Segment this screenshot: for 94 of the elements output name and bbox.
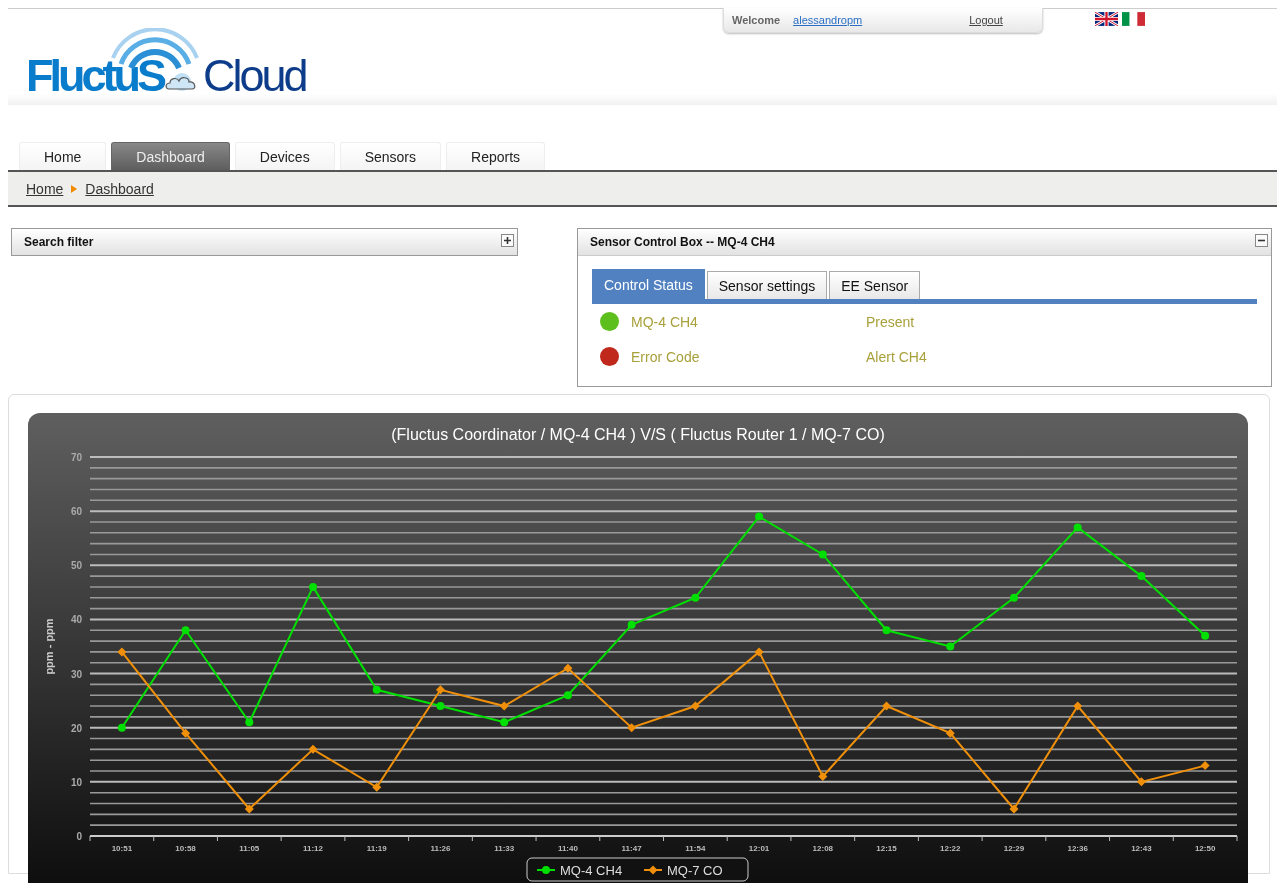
breadcrumb-link[interactable]: Home <box>26 180 64 197</box>
nav-tab[interactable]: Home <box>19 142 107 170</box>
y-tick-label: 50 <box>70 560 82 572</box>
sensor-tab[interactable]: Sensor settings <box>706 271 828 299</box>
breadcrumb-link[interactable]: Dashboard <box>85 180 154 197</box>
x-tick-label: 12:43 <box>1131 844 1152 853</box>
data-point <box>754 647 764 657</box>
data-point <box>1073 523 1082 532</box>
status-label: MQ-4 CH4 <box>631 313 699 330</box>
legend-label: MQ-7 CO <box>667 863 723 878</box>
data-point <box>882 701 892 711</box>
nav-tab[interactable]: Sensors <box>339 142 441 170</box>
x-tick-label: 12:50 <box>1194 844 1216 853</box>
data-point <box>627 723 637 733</box>
x-tick-label: 11:33 <box>494 844 515 853</box>
data-point <box>1201 631 1210 640</box>
y-tick-label: 20 <box>70 722 82 734</box>
status-value: Alert CH4 <box>866 348 927 365</box>
data-point <box>882 626 891 635</box>
username-link[interactable]: alessandropm <box>793 14 863 26</box>
data-point <box>372 782 382 792</box>
panel-title: Sensor Control Box -- MQ-4 CH4 <box>590 235 775 249</box>
data-point <box>818 550 827 559</box>
logout-link[interactable]: Logout <box>969 14 1003 26</box>
y-tick-label: 30 <box>70 668 82 680</box>
data-point <box>1009 593 1018 602</box>
y-tick-label: 0 <box>76 831 82 842</box>
data-point <box>563 691 572 700</box>
uk-flag-icon[interactable] <box>1095 12 1118 26</box>
panel-title: Search filter <box>24 235 94 249</box>
data-point <box>117 647 127 657</box>
legend-item[interactable]: MQ-4 CH4 <box>536 863 623 878</box>
sensor-tab[interactable]: Control Status <box>592 269 705 299</box>
expand-icon[interactable] <box>501 234 514 247</box>
data-point <box>690 701 700 711</box>
y-tick-label: 10 <box>70 776 82 788</box>
legend-item[interactable]: MQ-7 CO <box>643 863 723 878</box>
nav-tab[interactable]: Dashboard <box>111 142 230 170</box>
status-label: Error Code <box>631 348 701 365</box>
data-point <box>436 702 445 711</box>
data-point <box>818 771 828 781</box>
breadcrumb-arrow-icon <box>71 184 78 193</box>
data-point <box>245 718 254 727</box>
logo-text: FluctuS <box>26 53 163 98</box>
nav-tab[interactable]: Devices <box>234 142 335 170</box>
x-tick-label: 12:01 <box>748 844 770 853</box>
data-point <box>309 582 318 591</box>
data-point <box>435 685 445 695</box>
nav-tab[interactable]: Reports <box>446 142 546 170</box>
sensor-tab[interactable]: EE Sensor <box>829 271 921 299</box>
x-tick-label: 11:26 <box>430 844 451 853</box>
x-tick-label: 12:08 <box>812 844 834 853</box>
x-tick-label: 12:29 <box>1003 844 1025 853</box>
data-point <box>1009 804 1019 814</box>
italian-flag-icon[interactable] <box>1122 12 1145 26</box>
collapse-icon[interactable] <box>1255 234 1268 247</box>
data-point <box>945 728 955 738</box>
x-tick-label: 11:05 <box>239 844 260 853</box>
data-point <box>117 723 126 732</box>
data-point <box>181 728 191 738</box>
x-tick-label: 10:58 <box>175 844 196 853</box>
data-point <box>691 593 700 602</box>
x-tick-label: 11:40 <box>557 844 578 853</box>
data-point <box>946 642 955 651</box>
data-point <box>1200 761 1210 771</box>
welcome-label: Welcome <box>732 14 781 26</box>
legend-label: MQ-4 CH4 <box>560 863 623 878</box>
chart-title: (Fluctus Coordinator / MQ-4 CH4 ) V/S ( Fluctus Router 1 / MQ-7 CO) <box>391 426 885 443</box>
x-tick-label: 11:19 <box>366 844 387 853</box>
data-point <box>244 804 254 814</box>
y-axis-title: ppm - ppm <box>43 618 55 675</box>
data-point <box>755 512 764 521</box>
data-point <box>372 685 381 694</box>
data-point <box>1136 777 1146 787</box>
x-tick-label: 10:51 <box>111 844 133 853</box>
data-point <box>563 663 573 673</box>
x-tick-label: 11:54 <box>685 844 706 853</box>
data-point <box>627 620 636 629</box>
data-point <box>1137 572 1146 581</box>
x-tick-label: 11:12 <box>303 844 324 853</box>
data-point <box>500 718 509 727</box>
x-tick-label: 12:22 <box>940 844 961 853</box>
x-tick-label: 12:15 <box>876 844 897 853</box>
y-tick-label: 70 <box>70 452 82 463</box>
data-point <box>1073 701 1083 711</box>
logo-text: Cloud <box>203 53 306 98</box>
data-point <box>499 701 509 711</box>
x-tick-label: 12:36 <box>1067 844 1088 853</box>
data-point <box>181 626 190 635</box>
data-point <box>308 744 318 754</box>
x-tick-label: 11:47 <box>621 844 642 853</box>
y-tick-label: 60 <box>70 506 82 518</box>
y-tick-label: 40 <box>70 614 82 626</box>
status-value: Present <box>866 313 915 330</box>
